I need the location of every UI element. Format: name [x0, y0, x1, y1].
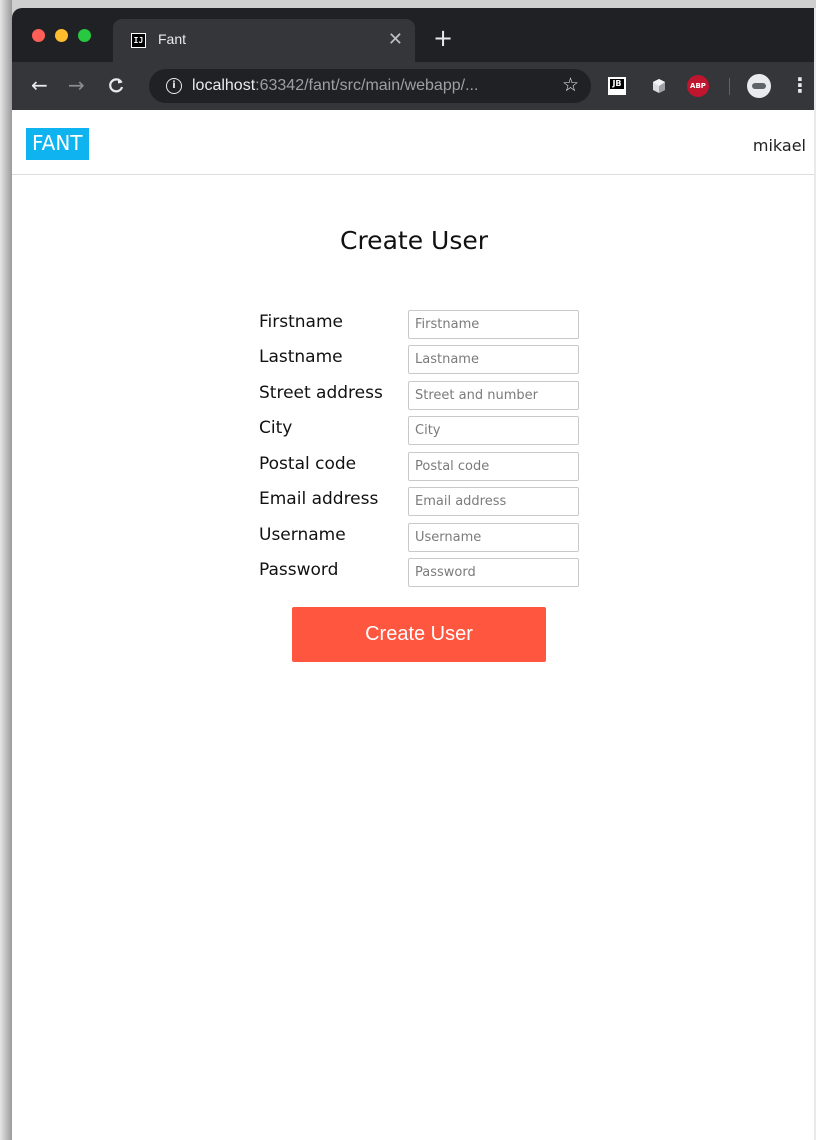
firstname-label: Firstname: [259, 312, 343, 332]
postal-code-input[interactable]: [408, 452, 579, 481]
url-host: localhost: [192, 77, 256, 94]
url-text[interactable]: localhost:63342/fant/src/main/webapp/...: [192, 77, 478, 95]
url-path: :63342/fant/src/main/webapp/...: [255, 77, 479, 94]
bookmark-star-icon[interactable]: ☆: [562, 74, 579, 96]
username-input[interactable]: [408, 523, 579, 552]
tab-fant[interactable]: IJ Fant ✕: [113, 19, 415, 62]
email-address-input[interactable]: [408, 487, 579, 516]
jetbrains-extension-label: JB: [610, 79, 624, 89]
page-title: Create User: [340, 226, 488, 255]
tab-title: Fant: [158, 31, 187, 47]
firstname-input[interactable]: [408, 310, 579, 339]
postal-code-label: Postal code: [259, 454, 357, 474]
password-input[interactable]: [408, 558, 579, 587]
intellij-favicon-icon: IJ: [131, 33, 146, 48]
new-tab-button[interactable]: +: [433, 26, 453, 50]
city-label: City: [259, 418, 293, 438]
window-minimize-button[interactable]: [55, 29, 68, 42]
toolbar-divider: [729, 78, 730, 95]
email-address-label: Email address: [259, 489, 379, 509]
street-address-input[interactable]: [408, 381, 579, 410]
more-vert-icon[interactable]: ⋮: [790, 74, 810, 96]
window-maximize-button[interactable]: [78, 29, 91, 42]
page-content: FANT mikael Create User Firstname Lastna…: [12, 110, 816, 1140]
avatar-glasses: [752, 83, 766, 89]
desktop-shadow: [0, 0, 12, 1140]
adblock-extension-icon[interactable]: ABP: [687, 75, 709, 97]
cube-extension-icon[interactable]: [650, 77, 668, 95]
browser-window: IJ Fant ✕ + ← → i localhost:63342/fant/s…: [12, 8, 816, 1140]
address-bar[interactable]: i localhost:63342/fant/src/main/webapp/.…: [149, 69, 591, 103]
browser-toolbar: ← → i localhost:63342/fant/src/main/weba…: [12, 62, 816, 110]
forward-arrow-icon[interactable]: →: [68, 75, 85, 95]
lastname-label: Lastname: [259, 347, 343, 367]
reload-icon[interactable]: [107, 75, 125, 94]
street-address-label: Street address: [259, 383, 383, 403]
profile-avatar-icon[interactable]: [747, 74, 771, 98]
app-logo[interactable]: FANT: [26, 128, 89, 160]
city-input[interactable]: [408, 416, 579, 445]
create-user-button[interactable]: Create User: [292, 607, 546, 662]
current-username[interactable]: mikael: [753, 136, 806, 155]
password-label: Password: [259, 560, 339, 580]
jetbrains-extension-icon[interactable]: JB: [608, 77, 626, 95]
tab-strip: IJ Fant ✕ +: [12, 8, 816, 62]
username-label: Username: [259, 525, 346, 545]
back-arrow-icon[interactable]: ←: [31, 75, 48, 95]
app-header: FANT mikael: [12, 110, 816, 175]
window-close-button[interactable]: [32, 29, 45, 42]
tab-close-icon[interactable]: ✕: [388, 29, 403, 50]
lastname-input[interactable]: [408, 345, 579, 374]
info-icon[interactable]: i: [166, 78, 182, 94]
